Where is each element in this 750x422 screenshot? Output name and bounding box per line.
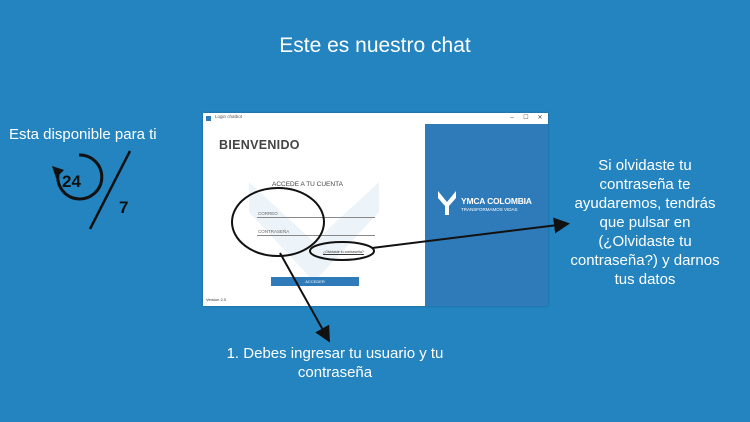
forgot-arrow [371,217,570,249]
forgot-highlight-ellipse [309,241,375,261]
forgot-password-note: Si olvidaste tu contraseña te ayudaremos… [570,157,720,288]
fields-arrow [279,252,330,343]
login-instruction-note: 1. Debes ingresar tu usuario y tu contra… [226,345,444,381]
fields-highlight-ellipse [231,187,325,257]
